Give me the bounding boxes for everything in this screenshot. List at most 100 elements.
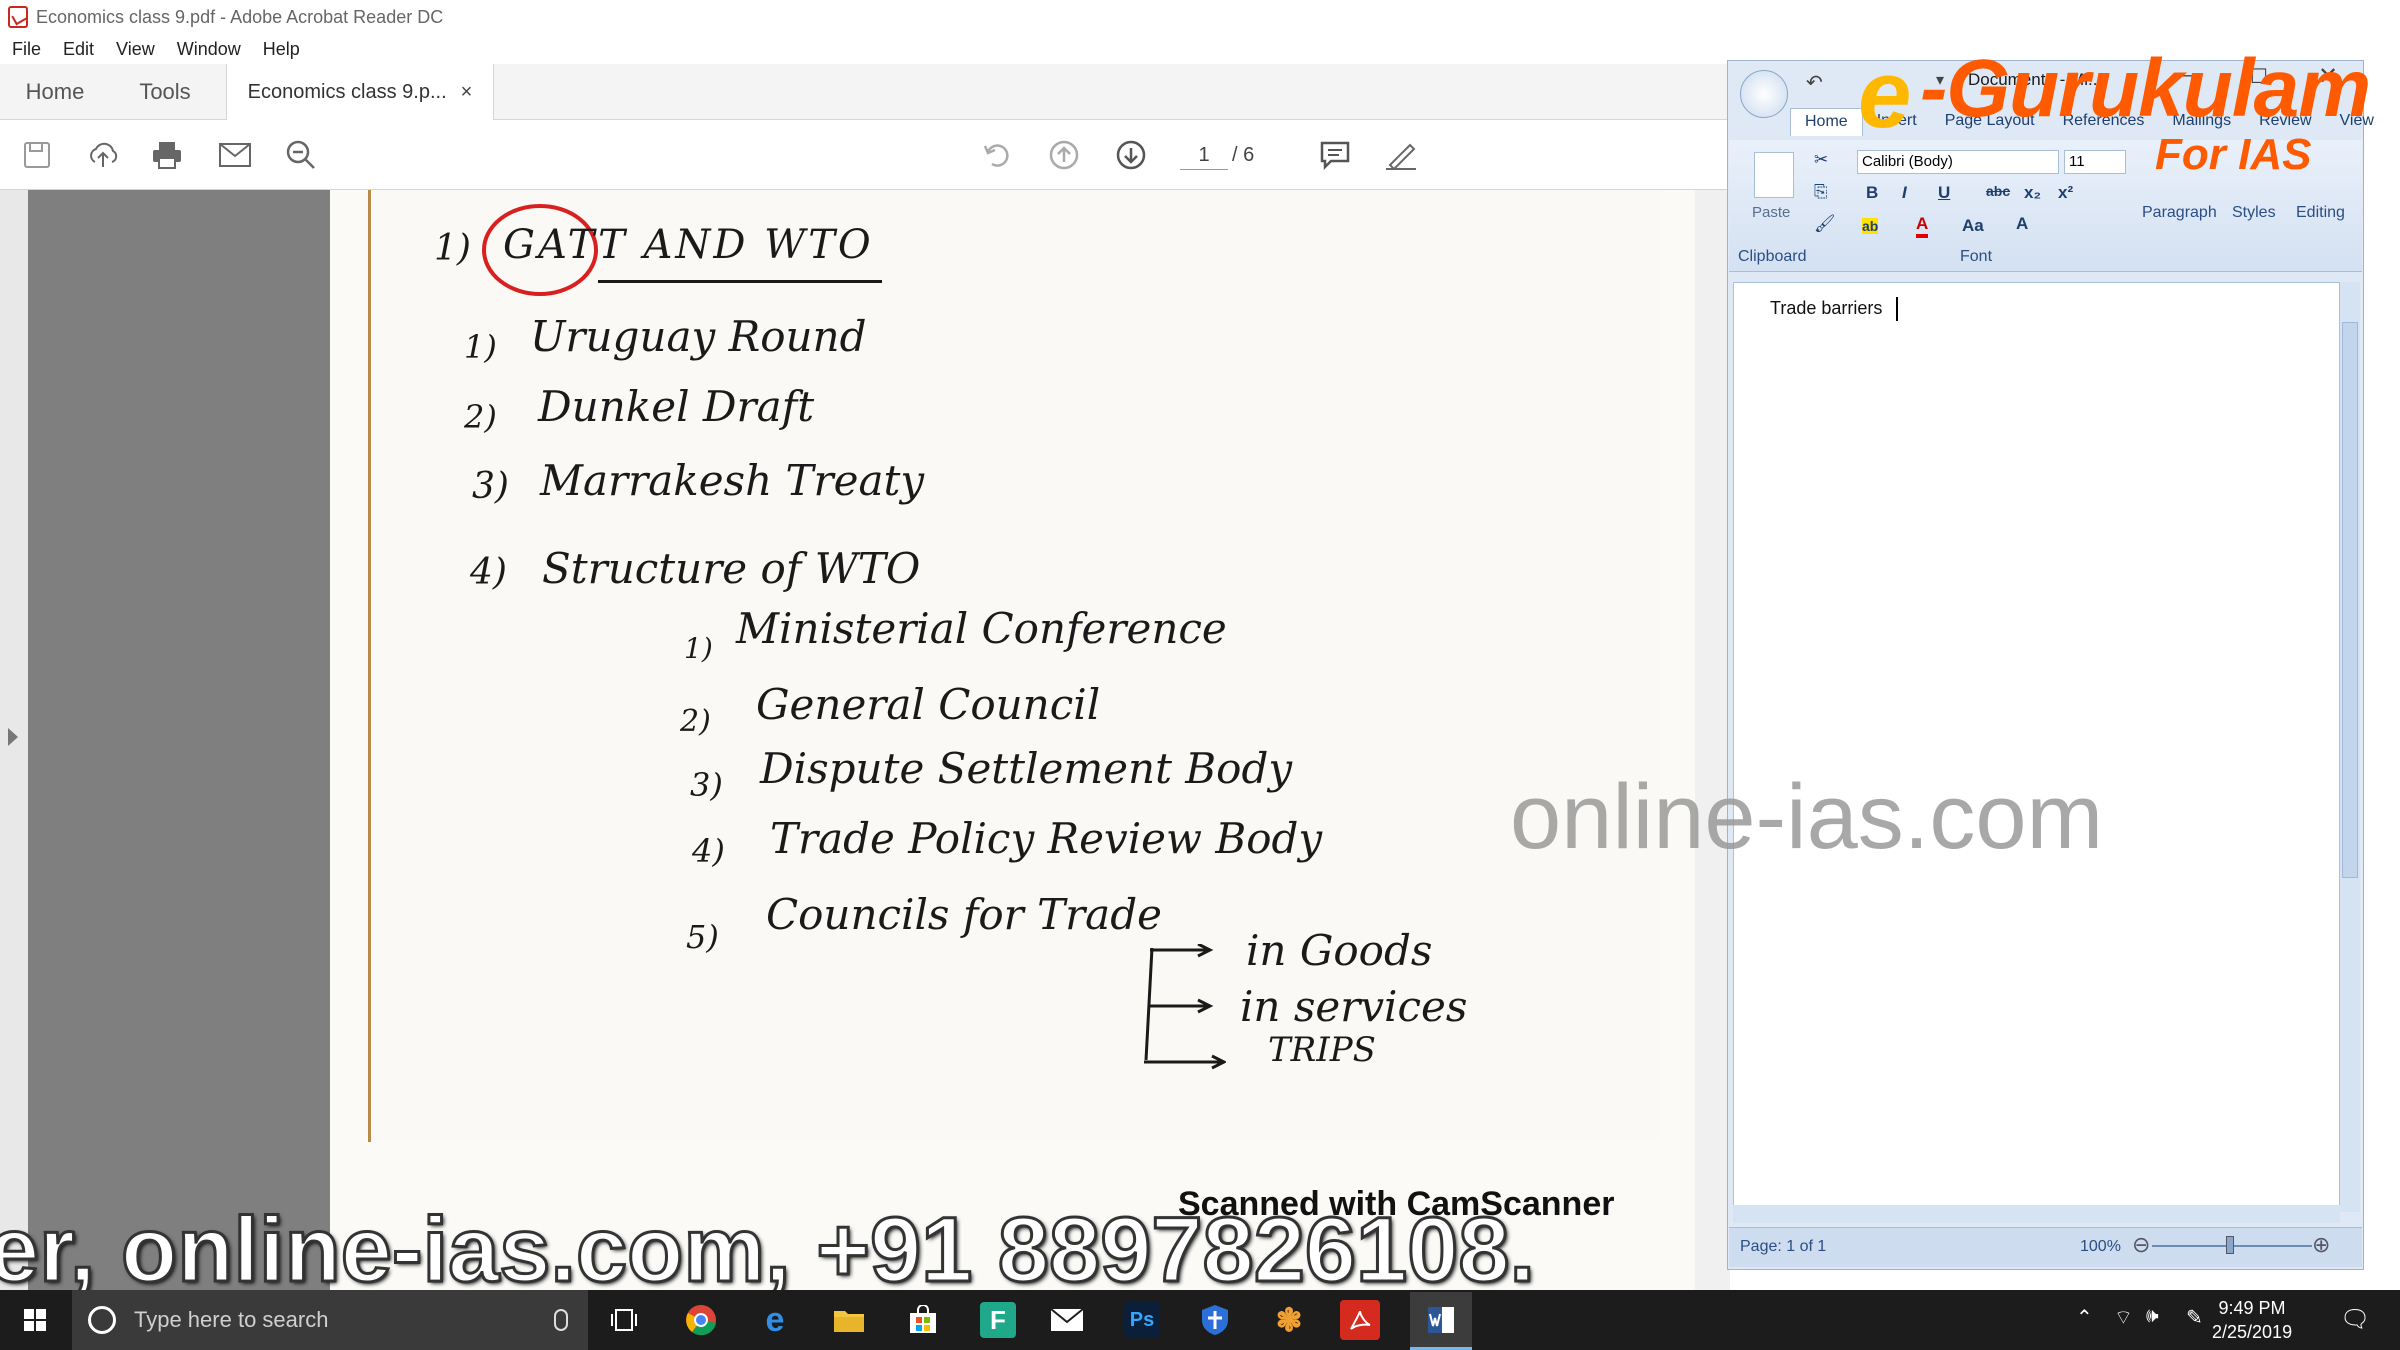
brand-tagline: For IAS bbox=[2155, 130, 2312, 179]
format-painter-icon[interactable]: 🖌 bbox=[1814, 214, 1836, 234]
superscript-button[interactable]: x² bbox=[2058, 183, 2073, 203]
acrobat-scrollbar[interactable] bbox=[1695, 190, 1730, 1290]
clock-time: 9:49 PM bbox=[2218, 1298, 2286, 1318]
menu-window[interactable]: Window bbox=[165, 39, 251, 60]
pen-workspace-icon[interactable]: ✎ bbox=[2186, 1305, 2203, 1330]
tab-home[interactable]: Home bbox=[0, 64, 110, 120]
subnote-item: Councils for Trade bbox=[766, 890, 1162, 939]
network-icon[interactable]: ⌔ bbox=[2114, 1305, 2133, 1330]
subnote-number: 5) bbox=[686, 918, 719, 956]
subnote-item: General Council bbox=[756, 680, 1101, 729]
font-size-select[interactable]: 11 bbox=[2064, 150, 2126, 174]
acrobat-icon[interactable] bbox=[1340, 1300, 1380, 1340]
subnote-item: Trade Policy Review Body bbox=[770, 814, 1323, 863]
taskbar-clock[interactable]: 9:49 PM 2/25/2019 bbox=[2212, 1296, 2292, 1344]
change-case-button[interactable]: Aa bbox=[1962, 216, 1984, 236]
tab-word-home[interactable]: Home bbox=[1790, 108, 1863, 136]
branch-bracket bbox=[1144, 944, 1226, 1070]
heading-underline bbox=[598, 280, 882, 283]
volume-icon[interactable]: 🕪 bbox=[2146, 1305, 2159, 1328]
edge-icon[interactable]: e bbox=[752, 1297, 798, 1343]
f-app-icon[interactable]: F bbox=[980, 1302, 1016, 1338]
page-total: / 6 bbox=[1232, 144, 1255, 166]
shield-app-icon[interactable] bbox=[1192, 1297, 1238, 1343]
branch-item: in services bbox=[1240, 982, 1468, 1031]
styles-group-label[interactable]: Styles bbox=[2232, 204, 2276, 222]
rotate-icon[interactable] bbox=[980, 138, 1014, 172]
clipboard-group-label: Clipboard bbox=[1738, 248, 1807, 265]
font-color-button[interactable]: A bbox=[1916, 214, 1929, 238]
note-item: Dunkel Draft bbox=[538, 382, 815, 431]
office-button[interactable] bbox=[1740, 70, 1788, 118]
windows-logo-icon bbox=[24, 1309, 46, 1331]
tab-document[interactable]: Economics class 9.p... × bbox=[226, 64, 494, 121]
highlight-button[interactable]: ab bbox=[1862, 218, 1879, 234]
email-icon[interactable] bbox=[218, 138, 252, 172]
microphone-icon[interactable] bbox=[554, 1309, 568, 1331]
italic-button[interactable]: I bbox=[1902, 183, 1907, 203]
paste-icon[interactable] bbox=[1754, 152, 1794, 198]
bold-button[interactable]: B bbox=[1866, 183, 1878, 203]
cut-icon[interactable]: ✂ bbox=[1814, 150, 1828, 170]
paste-label: Paste bbox=[1752, 204, 1791, 221]
pen-icon[interactable] bbox=[1384, 138, 1418, 172]
zoom-out-icon[interactable]: ⊖ bbox=[2132, 1232, 2150, 1258]
tab-tools[interactable]: Tools bbox=[110, 64, 220, 120]
word-document-area[interactable] bbox=[1733, 282, 2340, 1212]
notifications-icon[interactable]: 🗨 bbox=[2340, 1305, 2370, 1334]
acrobat-logo-icon bbox=[8, 6, 28, 28]
menu-help[interactable]: Help bbox=[251, 39, 310, 60]
note-number: 3) bbox=[472, 466, 509, 507]
zoom-out-icon[interactable] bbox=[284, 138, 318, 172]
cortana-icon bbox=[88, 1306, 116, 1334]
store-icon[interactable] bbox=[900, 1297, 946, 1343]
photoshop-icon[interactable]: Ps bbox=[1124, 1302, 1160, 1338]
subnote-number: 4) bbox=[692, 832, 725, 870]
subnote-number: 1) bbox=[684, 632, 713, 665]
editing-group-label[interactable]: Editing bbox=[2296, 204, 2345, 222]
contact-ticker: er, online-ias.com, +91 8897826108. bbox=[0, 1198, 1537, 1303]
menu-file[interactable]: File bbox=[0, 39, 51, 60]
grow-font-button[interactable]: A bbox=[2016, 214, 2028, 234]
status-page-count[interactable]: Page: 1 of 1 bbox=[1740, 1238, 1826, 1256]
note-item: Structure of WTO bbox=[542, 544, 921, 593]
page-up-icon[interactable] bbox=[1047, 138, 1081, 172]
menu-view[interactable]: View bbox=[104, 39, 165, 60]
comment-icon[interactable] bbox=[1318, 138, 1352, 172]
tray-chevron-icon[interactable]: ⌃ bbox=[2076, 1305, 2093, 1330]
page-down-icon[interactable] bbox=[1114, 138, 1148, 172]
document-body-text[interactable]: Trade barriers bbox=[1770, 298, 1882, 319]
word-horizontal-scrollbar[interactable] bbox=[1733, 1205, 2340, 1223]
print-icon[interactable] bbox=[150, 138, 184, 172]
zoom-slider-thumb[interactable] bbox=[2226, 1236, 2234, 1254]
note-item: Marrakesh Treaty bbox=[540, 456, 925, 505]
word-scroll-thumb[interactable] bbox=[2342, 322, 2358, 878]
paragraph-group-label[interactable]: Paragraph bbox=[2142, 204, 2217, 222]
subnote-item: Ministerial Conference bbox=[736, 604, 1227, 653]
mail-icon[interactable] bbox=[1044, 1297, 1090, 1343]
undo-icon[interactable]: ↶ bbox=[1806, 70, 1823, 95]
underline-button[interactable]: U bbox=[1938, 183, 1950, 203]
page-number-input[interactable]: 1 bbox=[1180, 140, 1228, 170]
notes-heading: GATT AND WTO bbox=[503, 222, 874, 268]
zoom-in-icon[interactable]: ⊕ bbox=[2312, 1232, 2330, 1258]
task-view-icon[interactable] bbox=[601, 1297, 647, 1343]
taskbar-search[interactable]: Type here to search bbox=[72, 1290, 588, 1350]
zoom-level[interactable]: 100% bbox=[2080, 1238, 2121, 1256]
subscript-button[interactable]: x₂ bbox=[2024, 183, 2041, 203]
start-button[interactable] bbox=[0, 1290, 70, 1350]
note-number: 4) bbox=[470, 552, 507, 593]
save-icon[interactable] bbox=[20, 138, 54, 172]
chrome-icon[interactable] bbox=[678, 1297, 724, 1343]
snowflake-app-icon[interactable]: ❃ bbox=[1266, 1297, 1312, 1343]
strikethrough-button[interactable]: abc bbox=[1986, 183, 2010, 199]
copy-icon[interactable]: ⎘ bbox=[1814, 182, 1828, 202]
tab-close-icon[interactable]: × bbox=[461, 81, 473, 104]
branch-item: in Goods bbox=[1246, 926, 1433, 975]
upload-icon[interactable] bbox=[86, 138, 120, 172]
file-explorer-icon[interactable] bbox=[826, 1297, 872, 1343]
menu-edit[interactable]: Edit bbox=[51, 39, 104, 60]
navigation-pane-toggle[interactable] bbox=[0, 190, 28, 1290]
word-icon[interactable] bbox=[1410, 1292, 1472, 1350]
font-name-select[interactable]: Calibri (Body) bbox=[1857, 150, 2059, 174]
